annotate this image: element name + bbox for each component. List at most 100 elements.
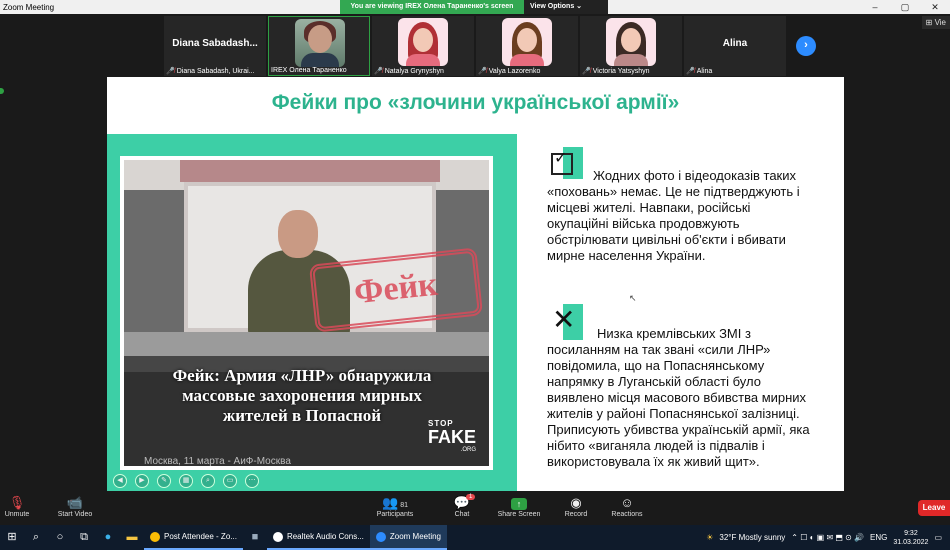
participant-caption: 🎤̸ Victoria Yatsyshyn — [582, 67, 650, 76]
taskbar-app-label: Zoom Meeting — [389, 532, 442, 541]
windows-start-icon[interactable]: ⊞ — [0, 525, 24, 550]
pen-icon[interactable]: ✎ — [157, 474, 171, 488]
participant-tile-host[interactable]: IREX Олена Тараненко — [268, 16, 370, 76]
taskbar-app-label: Post Attendee - Zo... — [164, 532, 237, 541]
realtek-icon — [272, 531, 283, 542]
zoom-icon[interactable]: ⌕ — [201, 474, 215, 488]
video-off-icon: 📹 — [66, 495, 84, 510]
slide-image-panel: Фейк Фейк: Армия «ЛНР» обнаружила массов… — [107, 134, 517, 491]
clock-date: 31.03.2022 — [893, 538, 929, 546]
participant-caption-text: Victoria Yatsyshyn — [592, 67, 650, 75]
participant-video — [295, 19, 345, 67]
record-label: Record — [564, 511, 588, 518]
photo-footer-text: Москва, 11 марта - АиФ-Москва — [144, 456, 291, 466]
close-button[interactable]: ✕ — [920, 0, 950, 14]
share-screen-label: Share Screen — [497, 511, 541, 518]
chat-label: Chat — [454, 511, 470, 518]
view-layout-button[interactable]: ⊞ Vie — [921, 16, 950, 29]
subtitles-icon[interactable]: ▭ — [223, 474, 237, 488]
mic-muted-icon: 🎤̸ — [478, 68, 487, 75]
participant-caption: 🎤̸ Diana Sabadash, Ukrai... — [166, 67, 255, 76]
tray-icons[interactable]: ⌃ ☐ ◐ ▣ ✉ ⬒ ⊙ 🔊 — [791, 533, 864, 542]
news-photo: Фейк Фейк: Армия «ЛНР» обнаружила массов… — [124, 160, 489, 466]
mic-muted-icon: 🎤̸ — [686, 68, 695, 75]
mic-muted-icon: 🎤̸ — [582, 68, 591, 75]
start-video-button[interactable]: 📹 Start Video — [40, 494, 110, 518]
participant-tile[interactable]: Diana Sabadash... 🎤̸ Diana Sabadash, Ukra… — [164, 16, 266, 76]
fake-claim-paragraph: Низка кремлівських ЗМІ з посиланням на т… — [547, 326, 810, 469]
participant-tile[interactable]: Alina 🎤̸ Alina — [684, 16, 786, 76]
participant-caption-text: IREX Олена Тараненко — [271, 67, 347, 74]
notifications-icon[interactable]: ▭ — [934, 533, 942, 542]
clock[interactable]: 9:32 31.03.2022 — [893, 529, 928, 547]
reactions-icon: ☺ — [620, 495, 634, 510]
weather-text[interactable]: 32°F Mostly sunny — [719, 533, 785, 542]
unmute-label: Unmute — [4, 511, 30, 518]
participants-icon: 👥 81 — [382, 495, 408, 510]
next-participants-arrow-icon[interactable]: › — [796, 36, 816, 56]
taskbar-app-realtek[interactable]: Realtek Audio Cons... — [266, 525, 370, 550]
mouse-cursor-icon: ↖ — [629, 293, 637, 303]
taskbar-app-post-attendee[interactable]: Post Attendee - Zo... — [144, 525, 243, 550]
next-slide-icon[interactable]: ▶ — [135, 474, 149, 488]
mic-muted-icon: 🎤̸ — [166, 68, 175, 75]
participant-caption: IREX Олена Тараненко — [271, 67, 347, 74]
taskbar-app-label: Realtek Audio Cons... — [286, 532, 364, 541]
window-controls: – ▢ ✕ — [860, 0, 950, 14]
mic-muted-icon: 🎤̸ — [374, 68, 383, 75]
photo-caption: Фейк: Армия «ЛНР» обнаружила массовые за… — [172, 366, 432, 425]
viewing-screen-text: You are viewing IREX Олена Тараненко's s… — [340, 0, 524, 14]
maximize-button[interactable]: ▢ — [890, 0, 920, 14]
view-options-button[interactable]: View Options ⌄ — [524, 0, 608, 14]
logo-fake-text: FAKE — [428, 427, 477, 447]
participant-caption-text: Alina — [696, 67, 713, 75]
taskbar-app-zoom[interactable]: Zoom Meeting — [369, 525, 448, 550]
reactions-button[interactable]: ☺ Reactions — [592, 494, 662, 518]
system-tray: ☀ 32°F Mostly sunny ⌃ ☐ ◐ ▣ ✉ ⬒ ⊙ 🔊 ENG … — [706, 525, 950, 550]
slide-title: Фейки про «злочини української армії» — [271, 91, 680, 114]
chrome-icon — [150, 531, 160, 542]
logo-org-text: .ORG — [460, 447, 476, 453]
participant-tile[interactable]: 🎤̸ Victoria Yatsyshyn — [580, 16, 682, 76]
participant-name-large: Alina — [722, 38, 748, 49]
participant-video — [398, 18, 448, 66]
participant-tile[interactable]: 🎤̸ Natalya Grynyshyn — [372, 16, 474, 76]
file-explorer-icon[interactable]: ▬ — [120, 525, 144, 550]
participants-button[interactable]: 👥 81 Participants — [360, 494, 430, 518]
stopfake-logo: STOP FAKE .ORG — [428, 420, 484, 454]
zoom-icon — [375, 531, 386, 542]
participant-caption-text: Diana Sabadash, Ukrai... — [176, 67, 255, 75]
clock-time: 9:32 — [904, 529, 918, 537]
leave-button[interactable]: Leave — [918, 500, 950, 516]
grid-icon[interactable]: ▦ — [179, 474, 193, 488]
save-app-icon[interactable]: ■ — [243, 525, 267, 550]
more-options-icon[interactable]: ⋯ — [245, 474, 259, 488]
participant-caption: 🎤̸ Valya Lazorenko — [478, 67, 541, 76]
chat-badge: 1 — [466, 494, 476, 500]
fake-news-screenshot: Фейк Фейк: Армия «ЛНР» обнаружила массов… — [120, 156, 493, 470]
participant-video — [606, 18, 656, 66]
participants-label: Participants — [376, 511, 414, 518]
edge-browser-icon[interactable]: ● — [96, 525, 120, 550]
participant-caption: 🎤̸ Natalya Grynyshyn — [374, 67, 444, 76]
slideshow-controls: ◀ ▶ ✎ ▦ ⌕ ▭ ⋯ — [113, 474, 259, 488]
prev-slide-icon[interactable]: ◀ — [113, 474, 127, 488]
reactions-label: Reactions — [611, 511, 643, 518]
participant-caption-text: Natalya Grynyshyn — [384, 67, 444, 75]
minimize-button[interactable]: – — [860, 0, 890, 14]
weather-icon: ☀ — [706, 533, 714, 542]
participant-tile[interactable]: 🎤̸ Valya Lazorenko — [476, 16, 578, 76]
participant-video — [502, 18, 552, 66]
participants-count: 81 — [400, 502, 408, 509]
start-video-label: Start Video — [57, 511, 93, 518]
truth-paragraph: Жодних фото і відеодоказів таких «похова… — [547, 168, 800, 263]
screen-share-banner: You are viewing IREX Олена Тараненко's s… — [340, 0, 608, 14]
participant-strip: Diana Sabadash... 🎤̸ Diana Sabadash, Ukra… — [164, 16, 786, 76]
cortana-icon[interactable]: ○ — [48, 525, 72, 550]
language-indicator[interactable]: ENG — [870, 533, 887, 542]
search-icon[interactable]: ⌕ — [24, 525, 48, 550]
speaking-indicator — [0, 88, 4, 94]
task-view-icon[interactable]: ⧉ — [72, 525, 96, 550]
participant-name-large: Diana Sabadash... — [172, 38, 258, 49]
participant-caption-text: Valya Lazorenko — [488, 67, 541, 75]
